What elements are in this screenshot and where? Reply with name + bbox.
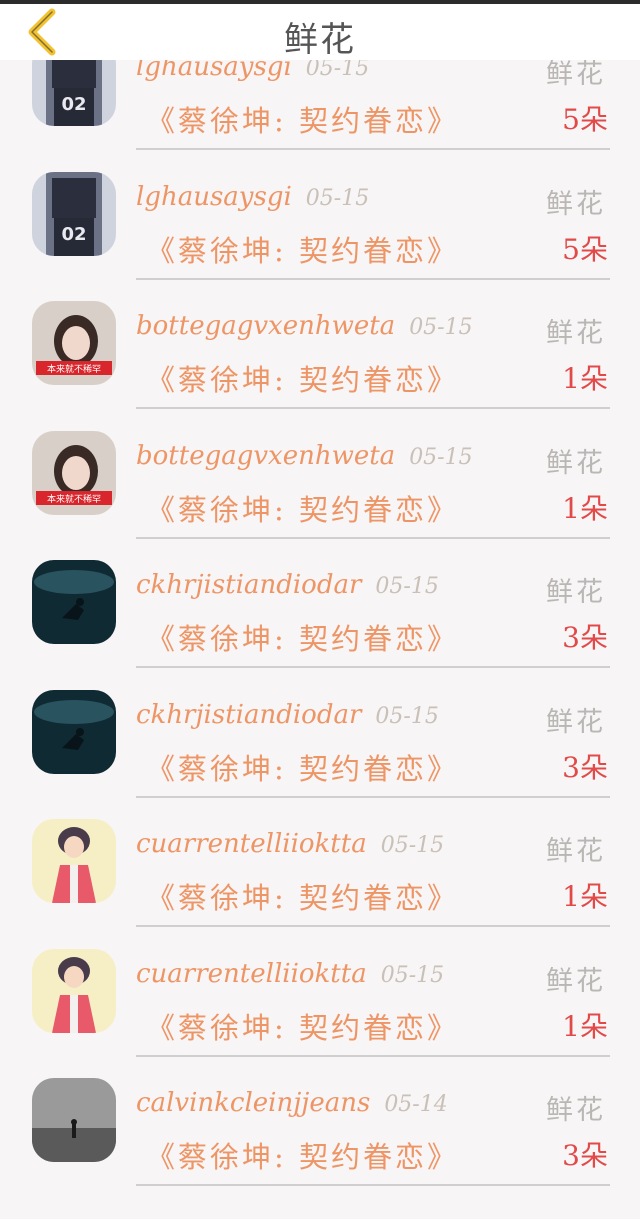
user-name-text: cuarrentelliioktta xyxy=(136,958,367,989)
book-title[interactable]: 《蔡徐坤: 契约眷恋》 xyxy=(146,1134,459,1176)
svg-text:本来就不稀罕: 本来就不稀罕 xyxy=(47,493,101,505)
list-item[interactable]: ckhrjistiandiodar 05-15 鲜花 《蔡徐坤: 契约眷恋》 3朵 xyxy=(0,638,640,798)
user-name: bottegagvxenhweta 05-15 xyxy=(136,441,473,471)
svg-text:本来就不稀罕: 本来就不稀罕 xyxy=(47,363,101,375)
divider xyxy=(136,1184,610,1186)
gift-kind: 鲜花 xyxy=(546,836,606,867)
avatar[interactable]: 02 xyxy=(32,171,116,256)
avatar[interactable]: 本来就不稀罕 xyxy=(32,430,116,515)
user-name: cuarrentelliioktta 05-15 xyxy=(136,959,444,989)
user-name: lghausaysgi 05-15 xyxy=(136,182,369,212)
list-item[interactable]: cuarrentelliioktta 05-15 鲜花 《蔡徐坤: 契约眷恋》 1朵 xyxy=(0,897,640,1057)
svg-text:02: 02 xyxy=(61,94,86,115)
user-name-text: ckhrjistiandiodar xyxy=(136,699,362,730)
user-name-text: bottegagvxenhweta xyxy=(136,440,396,471)
gift-date: 05-15 xyxy=(375,703,439,729)
avatar[interactable] xyxy=(32,948,116,1033)
list-item[interactable]: 本来就不稀罕 bottegagvxenhweta 05-15 鲜花 《蔡徐坤: 契约眷恋… xyxy=(0,379,640,539)
gift-date: 05-14 xyxy=(384,1092,448,1117)
user-name: calvinkcleinjjeans 05-14 xyxy=(136,1088,448,1118)
user-name: ckhrjistiandiodar 05-15 xyxy=(136,700,439,730)
user-name-text: ckhrjistiandiodar xyxy=(136,570,362,600)
user-name: lghausaysgi 05-15 xyxy=(136,60,369,82)
user-name: cuarrentelliioktta 05-15 xyxy=(136,829,444,859)
svg-text:02: 02 xyxy=(61,224,86,245)
avatar[interactable] xyxy=(32,819,116,903)
list-item[interactable]: cuarrentelliioktta 05-15 鲜花 《蔡徐坤: 契约眷恋》 1朵 xyxy=(0,767,640,927)
user-name-text: cuarrentelliioktta xyxy=(136,829,367,859)
gift-kind: 鲜花 xyxy=(546,60,606,90)
list-item[interactable]: 02 lghausaysgi 05-15 鲜花 《蔡徐坤: 契约眷恋》 5朵 xyxy=(0,60,640,150)
gift-kind: 鲜花 xyxy=(546,577,606,608)
gift-kind: 鲜花 xyxy=(546,1095,606,1126)
user-name-text: lghausaysgi xyxy=(136,60,292,82)
gift-kind: 鲜花 xyxy=(546,188,606,220)
gift-kind: 鲜花 xyxy=(546,447,606,479)
avatar[interactable]: 02 xyxy=(32,60,116,126)
user-name-text: calvinkcleinjjeans xyxy=(136,1088,371,1118)
list-item[interactable]: 本来就不稀罕 bottegagvxenhweta 05-15 鲜花 《蔡徐坤: 契约眷恋… xyxy=(0,249,640,409)
gift-date: 05-15 xyxy=(305,185,370,211)
list-item[interactable]: ckhrjistiandiodar 05-15 鲜花 《蔡徐坤: 契约眷恋》 3朵 xyxy=(0,508,640,668)
user-name-text: lghausaysgi xyxy=(136,181,292,212)
gift-kind: 鲜花 xyxy=(546,965,606,997)
list-item[interactable]: 02 lghausaysgi 05-15 鲜花 《蔡徐坤: 契约眷恋》 5朵 xyxy=(0,120,640,280)
avatar[interactable] xyxy=(32,689,116,774)
gift-kind: 鲜花 xyxy=(546,318,606,349)
gift-date: 05-15 xyxy=(305,60,370,81)
avatar[interactable] xyxy=(32,1078,116,1162)
gift-date: 05-15 xyxy=(375,574,439,599)
list-item[interactable]: calvinkcleinjjeans 05-14 鲜花《蔡徐坤: 契约眷恋》 3朵 xyxy=(0,1026,640,1186)
flower-count: 3朵 xyxy=(562,1139,608,1172)
page-title: 鲜花 xyxy=(284,20,356,60)
gift-date: 05-15 xyxy=(409,315,473,340)
gift-date: 05-15 xyxy=(409,444,473,470)
gift-date: 05-15 xyxy=(380,833,445,858)
user-name-text: bottegagvxenhweta xyxy=(136,311,396,341)
gift-date: 05-15 xyxy=(380,962,445,988)
avatar[interactable] xyxy=(32,560,116,644)
header: 鲜花 xyxy=(0,4,640,60)
user-name: ckhrjistiandiodar 05-15 xyxy=(136,570,439,600)
user-name: bottegagvxenhweta 05-15 xyxy=(136,311,473,341)
gift-kind: 鲜花 xyxy=(546,706,606,738)
avatar[interactable]: 本来就不稀罕 xyxy=(32,301,116,385)
gift-list[interactable]: 02 lghausaysgi 05-15 鲜花 《蔡徐坤: 契约眷恋》 5朵 02 lghau… xyxy=(0,60,640,1219)
